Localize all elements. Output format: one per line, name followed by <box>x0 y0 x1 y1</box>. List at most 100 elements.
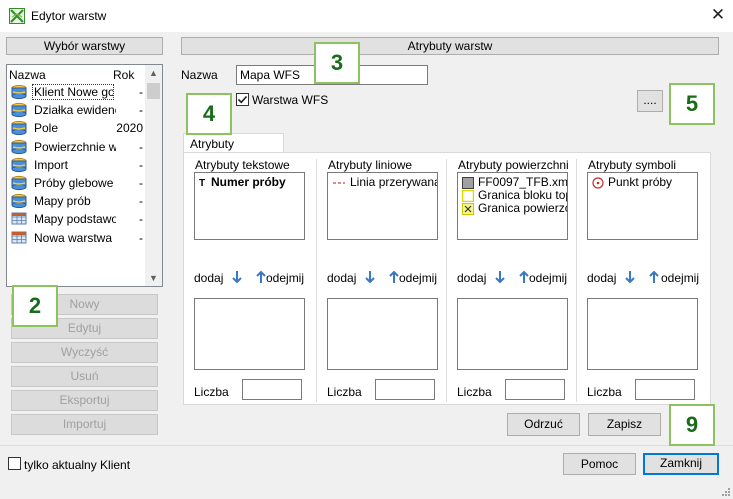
attribute-group: Atrybuty symboli Punkt próby dodaj odejmij L… <box>576 158 706 402</box>
layer-name: Pole <box>34 121 59 136</box>
only-current-client-label: tylko aktualny Klient <box>24 458 131 472</box>
save-button[interactable]: Zapisz <box>588 413 661 436</box>
callout-5: 5 <box>669 83 715 125</box>
layer-list-item[interactable]: Powierzchnie wy - <box>7 138 145 156</box>
database-map-icon <box>11 139 27 154</box>
database-map-icon <box>11 194 27 209</box>
add-label: dodaj <box>327 271 357 285</box>
callout-3: 3 <box>314 42 360 84</box>
layer-list[interactable]: Nazwa Rok Klient Nowe gosp-Działka ewide… <box>6 64 163 287</box>
available-attributes-list[interactable] <box>587 298 698 370</box>
attribute-item-label: Granica powierzc <box>478 201 568 215</box>
assigned-attributes-list[interactable]: T Numer próby <box>194 172 305 240</box>
attribute-item-label: Numer próby <box>211 175 286 189</box>
arrow-down-icon[interactable] <box>623 269 637 285</box>
attribute-group-title: Atrybuty tekstowe <box>194 158 291 172</box>
title-bar <box>0 0 733 32</box>
only-current-client-checkbox[interactable] <box>8 457 21 470</box>
remove-label: odejmij <box>399 271 438 285</box>
list-header: Nazwa Rok <box>7 65 145 83</box>
import-button[interactable]: Importuj <box>11 414 158 435</box>
close-icon[interactable]: ✕ <box>709 6 727 24</box>
name-label: Nazwa <box>181 68 218 82</box>
layer-list-item[interactable]: Nowa warstwa - <box>7 229 145 247</box>
clear-button[interactable]: Wyczyść <box>11 342 158 363</box>
layer-list-item[interactable]: Mapy podstawov - <box>7 210 145 228</box>
add-label: dodaj <box>457 271 487 285</box>
count-field[interactable] <box>635 379 695 400</box>
tab-visual-attributes[interactable]: Atrybuty wizualne <box>183 133 284 165</box>
remove-label: odejmij <box>529 271 568 285</box>
attribute-group-title: Atrybuty symboli <box>587 158 678 172</box>
available-attributes-list[interactable] <box>327 298 438 370</box>
text-T-icon: T <box>199 178 206 189</box>
layer-year: - <box>139 194 143 209</box>
arrow-down-icon[interactable] <box>230 269 244 285</box>
assigned-attributes-list[interactable]: Linia przerywana <box>327 172 438 240</box>
help-button[interactable]: Pomoc <box>563 453 636 475</box>
close-button[interactable]: Zamknij <box>643 453 719 475</box>
attribute-item[interactable]: Granica bloku top <box>461 188 567 203</box>
available-attributes-list[interactable] <box>457 298 568 370</box>
count-field[interactable] <box>242 379 302 400</box>
attribute-item-label: Punkt próby <box>608 175 673 189</box>
column-year: Rok <box>113 68 135 82</box>
add-label: dodaj <box>587 271 617 285</box>
count-field[interactable] <box>505 379 565 400</box>
delete-button[interactable]: Usuń <box>11 366 158 387</box>
wfs-checkbox-label: Warstwa WFS <box>252 93 329 107</box>
layer-year: - <box>139 230 143 245</box>
attribute-item[interactable]: Linia przerywana <box>332 175 437 189</box>
attribute-group-title: Atrybuty liniowe <box>327 158 414 172</box>
arrow-up-icon[interactable] <box>647 269 661 285</box>
visual-attributes-panel: Atrybuty tekstowe T Numer próby dodaj odejmi… <box>183 152 711 405</box>
dashed-line-icon <box>333 182 345 184</box>
scroll-up-icon[interactable]: ▲ <box>145 65 162 81</box>
attribute-item[interactable]: Punkt próby <box>592 175 672 189</box>
count-field[interactable] <box>375 379 435 400</box>
add-label: dodaj <box>194 271 224 285</box>
attribute-item[interactable]: FF0097_TFB.xml <box>462 175 568 189</box>
layer-name: Klient Nowe gosp <box>32 84 114 100</box>
assigned-attributes-list[interactable]: FF0097_TFB.xml Granica bloku top Granica p… <box>457 172 568 240</box>
count-label: Liczba <box>587 385 622 399</box>
window-title: Edytor warstw <box>31 9 107 23</box>
count-label: Liczba <box>457 385 492 399</box>
layer-list-item[interactable]: Pole 2020 <box>7 119 145 137</box>
layer-list-item[interactable]: Próby glebowe - <box>7 174 145 192</box>
layer-list-item[interactable]: Mapy prób - <box>7 192 145 210</box>
discard-button[interactable]: Odrzuć <box>507 413 580 436</box>
layer-year: - <box>139 103 143 118</box>
scroll-thumb[interactable] <box>147 83 160 99</box>
browse-button[interactable]: .... <box>637 90 663 112</box>
column-name: Nazwa <box>9 68 46 82</box>
arrow-down-icon[interactable] <box>363 269 377 285</box>
wfs-checkbox[interactable] <box>236 93 249 106</box>
available-attributes-list[interactable] <box>194 298 305 370</box>
checkmark-icon <box>237 95 248 104</box>
layer-name: Mapy podstawov <box>34 212 116 227</box>
resize-grip-icon[interactable] <box>719 485 731 497</box>
attribute-item[interactable]: T Numer próby <box>199 175 286 189</box>
remove-label: odejmij <box>661 271 700 285</box>
app-logo-icon <box>9 8 25 24</box>
layer-list-item[interactable]: Klient Nowe gosp - <box>7 83 145 101</box>
layer-list-item[interactable]: Import - <box>7 156 145 174</box>
database-map-icon <box>11 103 27 118</box>
count-label: Liczba <box>327 385 362 399</box>
attribute-item[interactable]: Granica powierzc <box>462 201 568 215</box>
scroll-down-icon[interactable]: ▼ <box>145 270 162 286</box>
layer-year: 2020 <box>116 121 143 136</box>
table-map-icon <box>11 212 27 225</box>
layer-year: - <box>139 157 143 172</box>
export-button[interactable]: Eksportuj <box>11 390 158 411</box>
callout-2: 2 <box>12 285 58 327</box>
layer-list-item[interactable]: Działka ewidency - <box>7 101 145 119</box>
arrow-down-icon[interactable] <box>493 269 507 285</box>
footer-divider <box>0 445 733 446</box>
attribute-item-label: FF0097_TFB.xml <box>478 175 568 189</box>
layer-year: - <box>139 176 143 190</box>
assigned-attributes-list[interactable]: Punkt próby <box>587 172 698 240</box>
count-label: Liczba <box>194 385 229 399</box>
list-scrollbar[interactable]: ▲ ▼ <box>145 65 162 286</box>
